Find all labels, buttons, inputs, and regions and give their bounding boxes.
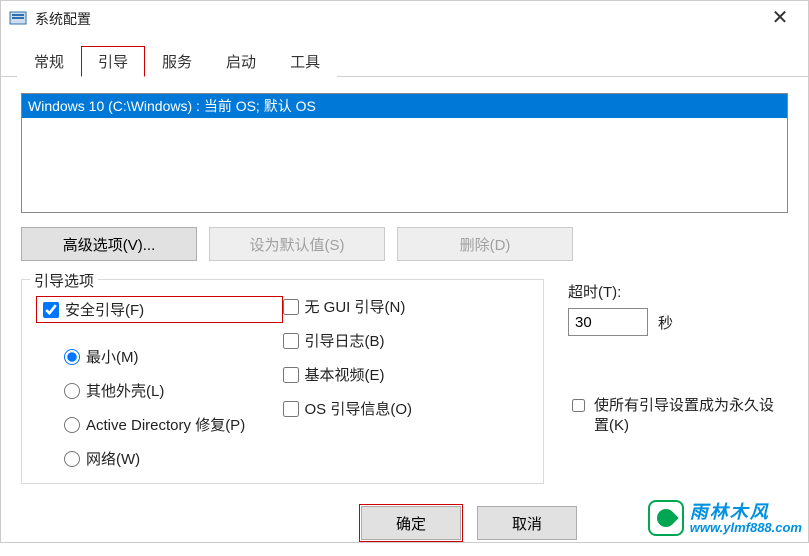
boot-log-checkbox[interactable]: 引导日志(B): [283, 330, 530, 351]
os-info-checkbox[interactable]: OS 引导信息(O): [283, 398, 530, 419]
tab-bar: 常规 引导 服务 启动 工具: [1, 37, 808, 77]
boot-options-legend: 引导选项: [30, 270, 98, 291]
boot-buttons-row: 高级选项(V)... 设为默认值(S) 删除(D): [21, 227, 788, 261]
app-icon: [9, 10, 27, 28]
watermark-cn: 雨林木风: [690, 503, 802, 521]
boot-log-label: 引导日志(B): [305, 330, 385, 351]
alt-shell-input[interactable]: [64, 383, 80, 399]
safe-boot-label: 安全引导(F): [65, 299, 144, 320]
no-gui-checkbox[interactable]: 无 GUI 引导(N): [283, 296, 530, 317]
right-side-panel: 超时(T): 秒 使所有引导设置成为永久设置(K): [568, 279, 788, 484]
boot-options-right-col: 无 GUI 引导(N) 引导日志(B) 基本视频(E) OS 引导信息(O): [283, 296, 530, 469]
delete-button: 删除(D): [397, 227, 573, 261]
network-label: 网络(W): [86, 448, 140, 469]
watermark: 雨林木风 www.ylmf888.com: [648, 500, 802, 536]
os-info-label: OS 引导信息(O): [305, 398, 413, 419]
timeout-unit: 秒: [658, 312, 673, 333]
watermark-url: www.ylmf888.com: [690, 521, 802, 534]
tab-startup[interactable]: 启动: [209, 46, 273, 77]
timeout-label: 超时(T):: [568, 281, 788, 302]
tab-content: Windows 10 (C:\Windows) : 当前 OS; 默认 OS 高…: [1, 77, 808, 556]
alt-shell-radio[interactable]: 其他外壳(L): [64, 380, 283, 401]
watermark-logo-icon: [648, 500, 684, 536]
permanent-input[interactable]: [572, 399, 585, 412]
permanent-checkbox[interactable]: 使所有引导设置成为永久设置(K): [568, 396, 788, 435]
safe-boot-highlight: 安全引导(F): [36, 296, 283, 323]
tab-tools[interactable]: 工具: [273, 46, 337, 77]
boot-log-input[interactable]: [283, 333, 299, 349]
safe-boot-input[interactable]: [43, 302, 59, 318]
boot-entries-list[interactable]: Windows 10 (C:\Windows) : 当前 OS; 默认 OS: [21, 93, 788, 213]
alt-shell-label: 其他外壳(L): [86, 380, 164, 401]
boot-options-left-col: 安全引导(F) 最小(M) 其他外壳(L): [36, 296, 283, 469]
boot-options-fieldset: 引导选项 安全引导(F) 最小(M): [21, 279, 544, 484]
ad-repair-label: Active Directory 修复(P): [86, 414, 245, 435]
ad-repair-input[interactable]: [64, 417, 80, 433]
network-input[interactable]: [64, 451, 80, 467]
tab-boot[interactable]: 引导: [81, 46, 145, 77]
close-button[interactable]: ✕: [760, 5, 800, 30]
list-item[interactable]: Windows 10 (C:\Windows) : 当前 OS; 默认 OS: [22, 94, 787, 118]
ok-button[interactable]: 确定: [361, 506, 461, 540]
minimal-label: 最小(M): [86, 346, 139, 367]
ad-repair-radio[interactable]: Active Directory 修复(P): [64, 414, 283, 435]
tab-general[interactable]: 常规: [17, 46, 81, 77]
base-video-input[interactable]: [283, 367, 299, 383]
safe-boot-checkbox[interactable]: 安全引导(F): [43, 299, 144, 320]
lower-panel: 引导选项 安全引导(F) 最小(M): [21, 279, 788, 484]
permanent-label: 使所有引导设置成为永久设置(K): [594, 396, 788, 435]
base-video-label: 基本视频(E): [305, 364, 385, 385]
timeout-input[interactable]: [568, 308, 648, 336]
window-title: 系统配置: [35, 9, 91, 29]
titlebar: 系统配置 ✕: [1, 1, 808, 37]
no-gui-label: 无 GUI 引导(N): [305, 296, 406, 317]
safe-boot-radios: 最小(M) 其他外壳(L) Active Directory 修复(P): [64, 346, 283, 469]
minimal-radio[interactable]: 最小(M): [64, 346, 283, 367]
set-default-button: 设为默认值(S): [209, 227, 385, 261]
no-gui-input[interactable]: [283, 299, 299, 315]
cancel-button[interactable]: 取消: [477, 506, 577, 540]
base-video-checkbox[interactable]: 基本视频(E): [283, 364, 530, 385]
os-info-input[interactable]: [283, 401, 299, 417]
minimal-input[interactable]: [64, 349, 80, 365]
advanced-options-button[interactable]: 高级选项(V)...: [21, 227, 197, 261]
timeout-group: 超时(T): 秒: [568, 281, 788, 336]
tab-services[interactable]: 服务: [145, 46, 209, 77]
network-radio[interactable]: 网络(W): [64, 448, 283, 469]
